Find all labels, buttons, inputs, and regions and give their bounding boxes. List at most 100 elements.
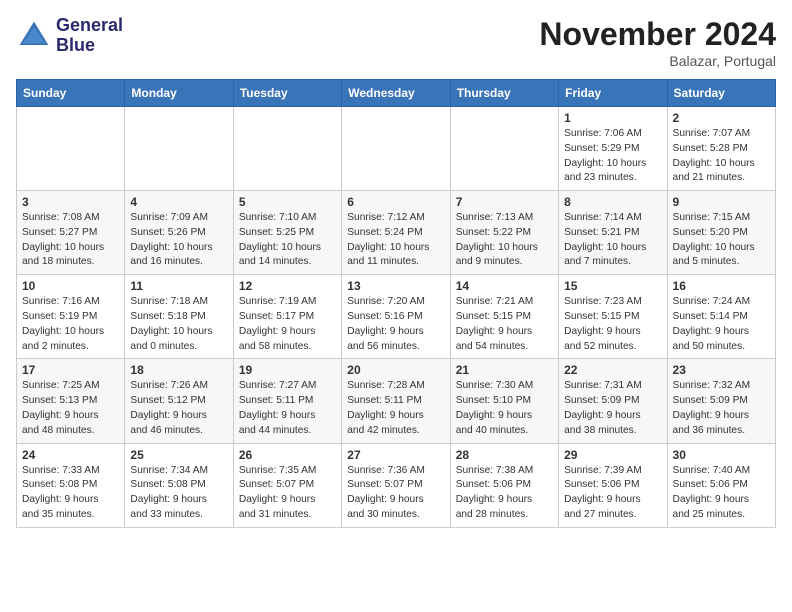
day-info: Sunrise: 7:38 AM Sunset: 5:06 PM Dayligh… bbox=[456, 464, 553, 523]
calendar-cell: 10 Sunrise: 7:16 AM Sunset: 5:19 PM Dayli… bbox=[17, 275, 125, 359]
day-number: 3 bbox=[22, 195, 119, 209]
day-number: 24 bbox=[22, 448, 119, 462]
day-info: Sunrise: 7:07 AM Sunset: 5:28 PM Dayligh… bbox=[673, 127, 770, 186]
day-number: 14 bbox=[456, 279, 553, 293]
calendar-week-3: 10 Sunrise: 7:16 AM Sunset: 5:19 PM Dayli… bbox=[17, 275, 776, 359]
day-info: Sunrise: 7:14 AM Sunset: 5:21 PM Dayligh… bbox=[564, 211, 661, 270]
calendar-cell: 24 Sunrise: 7:33 AM Sunset: 5:08 PM Dayli… bbox=[17, 443, 125, 527]
day-info: Sunrise: 7:18 AM Sunset: 5:18 PM Dayligh… bbox=[130, 295, 227, 354]
calendar-cell: 8 Sunrise: 7:14 AM Sunset: 5:21 PM Daylig… bbox=[559, 191, 667, 275]
calendar-header-thursday: Thursday bbox=[450, 80, 558, 107]
day-number: 2 bbox=[673, 111, 770, 125]
day-number: 28 bbox=[456, 448, 553, 462]
day-number: 18 bbox=[130, 363, 227, 377]
logo-icon bbox=[16, 18, 52, 54]
day-number: 25 bbox=[130, 448, 227, 462]
calendar-cell: 27 Sunrise: 7:36 AM Sunset: 5:07 PM Dayli… bbox=[342, 443, 450, 527]
calendar-cell: 3 Sunrise: 7:08 AM Sunset: 5:27 PM Daylig… bbox=[17, 191, 125, 275]
day-info: Sunrise: 7:15 AM Sunset: 5:20 PM Dayligh… bbox=[673, 211, 770, 270]
calendar-cell: 12 Sunrise: 7:19 AM Sunset: 5:17 PM Dayli… bbox=[233, 275, 341, 359]
day-number: 15 bbox=[564, 279, 661, 293]
day-number: 23 bbox=[673, 363, 770, 377]
day-info: Sunrise: 7:16 AM Sunset: 5:19 PM Dayligh… bbox=[22, 295, 119, 354]
calendar-cell: 26Sunrise: 7:35 AM Sunset: 5:07 PM Dayli… bbox=[233, 443, 341, 527]
calendar-table: SundayMondayTuesdayWednesdayThursdayFrid… bbox=[16, 79, 776, 528]
calendar-cell: 13Sunrise: 7:20 AM Sunset: 5:16 PM Dayli… bbox=[342, 275, 450, 359]
calendar-week-4: 17 Sunrise: 7:25 AM Sunset: 5:13 PM Dayli… bbox=[17, 359, 776, 443]
day-number: 30 bbox=[673, 448, 770, 462]
day-number: 12 bbox=[239, 279, 336, 293]
calendar-cell: 5 Sunrise: 7:10 AM Sunset: 5:25 PM Daylig… bbox=[233, 191, 341, 275]
calendar-cell: 22 Sunrise: 7:31 AM Sunset: 5:09 PM Dayli… bbox=[559, 359, 667, 443]
calendar-cell: 18 Sunrise: 7:26 AM Sunset: 5:12 PM Dayli… bbox=[125, 359, 233, 443]
day-number: 27 bbox=[347, 448, 444, 462]
calendar-cell: 4 Sunrise: 7:09 AM Sunset: 5:26 PM Daylig… bbox=[125, 191, 233, 275]
logo-text: General Blue bbox=[56, 16, 123, 56]
calendar-cell: 30 Sunrise: 7:40 AM Sunset: 5:06 PM Dayli… bbox=[667, 443, 775, 527]
title-section: November 2024 Balazar, Portugal bbox=[539, 16, 776, 69]
calendar-cell: 2 Sunrise: 7:07 AM Sunset: 5:28 PM Daylig… bbox=[667, 107, 775, 191]
day-info: Sunrise: 7:33 AM Sunset: 5:08 PM Dayligh… bbox=[22, 464, 119, 523]
logo: General Blue bbox=[16, 16, 123, 56]
day-info: Sunrise: 7:36 AM Sunset: 5:07 PM Dayligh… bbox=[347, 464, 444, 523]
calendar-header-sunday: Sunday bbox=[17, 80, 125, 107]
day-info: Sunrise: 7:12 AM Sunset: 5:24 PM Dayligh… bbox=[347, 211, 444, 270]
day-info: Sunrise: 7:40 AM Sunset: 5:06 PM Dayligh… bbox=[673, 464, 770, 523]
day-info: Sunrise: 7:06 AM Sunset: 5:29 PM Dayligh… bbox=[564, 127, 661, 186]
calendar-cell bbox=[233, 107, 341, 191]
day-info: Sunrise: 7:39 AM Sunset: 5:06 PM Dayligh… bbox=[564, 464, 661, 523]
day-number: 10 bbox=[22, 279, 119, 293]
calendar-cell: 14 Sunrise: 7:21 AM Sunset: 5:15 PM Dayli… bbox=[450, 275, 558, 359]
calendar-cell: 9 Sunrise: 7:15 AM Sunset: 5:20 PM Daylig… bbox=[667, 191, 775, 275]
calendar-cell bbox=[342, 107, 450, 191]
day-number: 16 bbox=[673, 279, 770, 293]
day-number: 8 bbox=[564, 195, 661, 209]
calendar-header-saturday: Saturday bbox=[667, 80, 775, 107]
day-info: Sunrise: 7:25 AM Sunset: 5:13 PM Dayligh… bbox=[22, 379, 119, 438]
day-number: 7 bbox=[456, 195, 553, 209]
day-number: 29 bbox=[564, 448, 661, 462]
day-info: Sunrise: 7:09 AM Sunset: 5:26 PM Dayligh… bbox=[130, 211, 227, 270]
day-info: Sunrise: 7:08 AM Sunset: 5:27 PM Dayligh… bbox=[22, 211, 119, 270]
day-number: 9 bbox=[673, 195, 770, 209]
day-number: 5 bbox=[239, 195, 336, 209]
calendar-header-wednesday: Wednesday bbox=[342, 80, 450, 107]
calendar-cell: 20Sunrise: 7:28 AM Sunset: 5:11 PM Dayli… bbox=[342, 359, 450, 443]
calendar-cell: 29 Sunrise: 7:39 AM Sunset: 5:06 PM Dayli… bbox=[559, 443, 667, 527]
calendar-header-monday: Monday bbox=[125, 80, 233, 107]
day-info: Sunrise: 7:24 AM Sunset: 5:14 PM Dayligh… bbox=[673, 295, 770, 354]
calendar-week-2: 3 Sunrise: 7:08 AM Sunset: 5:27 PM Daylig… bbox=[17, 191, 776, 275]
calendar-header-tuesday: Tuesday bbox=[233, 80, 341, 107]
calendar-cell: 7 Sunrise: 7:13 AM Sunset: 5:22 PM Daylig… bbox=[450, 191, 558, 275]
day-number: 19 bbox=[239, 363, 336, 377]
day-info: Sunrise: 7:35 AM Sunset: 5:07 PM Dayligh… bbox=[239, 464, 336, 523]
day-info: Sunrise: 7:31 AM Sunset: 5:09 PM Dayligh… bbox=[564, 379, 661, 438]
calendar-cell: 16 Sunrise: 7:24 AM Sunset: 5:14 PM Dayli… bbox=[667, 275, 775, 359]
calendar-cell: 1 Sunrise: 7:06 AM Sunset: 5:29 PM Daylig… bbox=[559, 107, 667, 191]
day-info: Sunrise: 7:27 AM Sunset: 5:11 PM Dayligh… bbox=[239, 379, 336, 438]
day-number: 4 bbox=[130, 195, 227, 209]
day-info: Sunrise: 7:10 AM Sunset: 5:25 PM Dayligh… bbox=[239, 211, 336, 270]
day-info: Sunrise: 7:26 AM Sunset: 5:12 PM Dayligh… bbox=[130, 379, 227, 438]
day-number: 1 bbox=[564, 111, 661, 125]
day-number: 6 bbox=[347, 195, 444, 209]
day-info: Sunrise: 7:21 AM Sunset: 5:15 PM Dayligh… bbox=[456, 295, 553, 354]
day-number: 21 bbox=[456, 363, 553, 377]
calendar-cell: 11Sunrise: 7:18 AM Sunset: 5:18 PM Dayli… bbox=[125, 275, 233, 359]
day-info: Sunrise: 7:32 AM Sunset: 5:09 PM Dayligh… bbox=[673, 379, 770, 438]
calendar-cell: 17 Sunrise: 7:25 AM Sunset: 5:13 PM Dayli… bbox=[17, 359, 125, 443]
day-info: Sunrise: 7:19 AM Sunset: 5:17 PM Dayligh… bbox=[239, 295, 336, 354]
day-info: Sunrise: 7:28 AM Sunset: 5:11 PM Dayligh… bbox=[347, 379, 444, 438]
location-subtitle: Balazar, Portugal bbox=[539, 53, 776, 69]
day-number: 22 bbox=[564, 363, 661, 377]
page-header: General Blue November 2024 Balazar, Port… bbox=[16, 16, 776, 69]
day-info: Sunrise: 7:13 AM Sunset: 5:22 PM Dayligh… bbox=[456, 211, 553, 270]
day-info: Sunrise: 7:23 AM Sunset: 5:15 PM Dayligh… bbox=[564, 295, 661, 354]
day-info: Sunrise: 7:30 AM Sunset: 5:10 PM Dayligh… bbox=[456, 379, 553, 438]
calendar-cell bbox=[17, 107, 125, 191]
calendar-header-row: SundayMondayTuesdayWednesdayThursdayFrid… bbox=[17, 80, 776, 107]
day-number: 17 bbox=[22, 363, 119, 377]
day-info: Sunrise: 7:34 AM Sunset: 5:08 PM Dayligh… bbox=[130, 464, 227, 523]
calendar-cell bbox=[125, 107, 233, 191]
calendar-cell: 25 Sunrise: 7:34 AM Sunset: 5:08 PM Dayli… bbox=[125, 443, 233, 527]
